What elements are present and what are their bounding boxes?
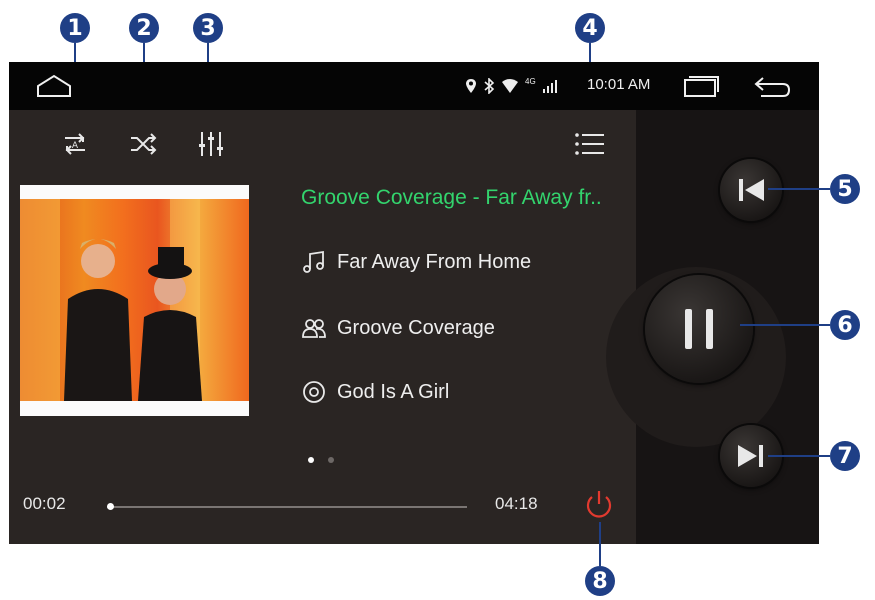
- music-player-screen: 4G 10:01 AM A Groove Coverage - Far Away…: [9, 62, 819, 544]
- back-icon[interactable]: [753, 74, 793, 100]
- callout-1: 1: [60, 13, 90, 43]
- clock: 10:01 AM: [587, 76, 651, 93]
- callout-3: 3: [193, 13, 223, 43]
- page-dot[interactable]: [308, 457, 314, 463]
- album-art: [20, 185, 249, 416]
- repeat-mode-icon[interactable]: A: [59, 128, 91, 160]
- album-disc-icon: [303, 381, 325, 403]
- playlist-icon[interactable]: [574, 128, 606, 160]
- album-cover-figures: [20, 199, 202, 401]
- recent-apps-icon[interactable]: [681, 76, 721, 98]
- progress-bar[interactable]: [107, 506, 467, 508]
- callout-7-line: [768, 455, 830, 457]
- signal-icon: [542, 80, 557, 93]
- artist-row: Groove Coverage: [301, 313, 495, 343]
- artist-icon: [302, 319, 326, 338]
- power-icon[interactable]: [581, 487, 617, 523]
- bluetooth-icon: [484, 78, 495, 94]
- callout-5: 5: [830, 174, 860, 204]
- status-icons: 4G: [465, 74, 558, 98]
- album-cover-image: [20, 199, 249, 401]
- pause-icon: [685, 309, 713, 349]
- callout-7: 7: [830, 441, 860, 471]
- svg-text:A: A: [72, 141, 79, 151]
- network-badge: 4G: [525, 76, 536, 86]
- page-dot[interactable]: [328, 457, 334, 463]
- home-icon[interactable]: [35, 72, 73, 100]
- now-playing-header: Groove Coverage - Far Away fr..: [301, 186, 602, 209]
- album-name: God Is A Girl: [337, 380, 450, 403]
- total-duration: 04:18: [495, 494, 538, 513]
- equalizer-icon[interactable]: [195, 128, 227, 160]
- callout-8: 8: [585, 566, 615, 596]
- location-icon: [466, 79, 476, 93]
- status-bar: 4G 10:01 AM: [9, 62, 819, 110]
- wifi-icon: [502, 79, 518, 93]
- shuffle-icon[interactable]: [127, 128, 159, 160]
- callout-4: 4: [575, 13, 605, 43]
- callout-2: 2: [129, 13, 159, 43]
- pause-button[interactable]: [645, 275, 753, 383]
- previous-icon: [739, 179, 764, 201]
- callout-8-line: [599, 522, 601, 566]
- track-title-row: Far Away From Home: [301, 247, 531, 277]
- artist-name: Groove Coverage: [337, 316, 495, 339]
- elapsed-time: 00:02: [23, 494, 66, 513]
- previous-button[interactable]: [720, 159, 782, 221]
- track-title: Far Away From Home: [337, 250, 532, 273]
- callout-6-line: [740, 324, 830, 326]
- progress-knob[interactable]: [106, 503, 114, 510]
- album-row: God Is A Girl: [301, 377, 449, 407]
- music-note-icon: [303, 250, 324, 273]
- callout-5-line: [768, 188, 830, 190]
- callout-6: 6: [830, 310, 860, 340]
